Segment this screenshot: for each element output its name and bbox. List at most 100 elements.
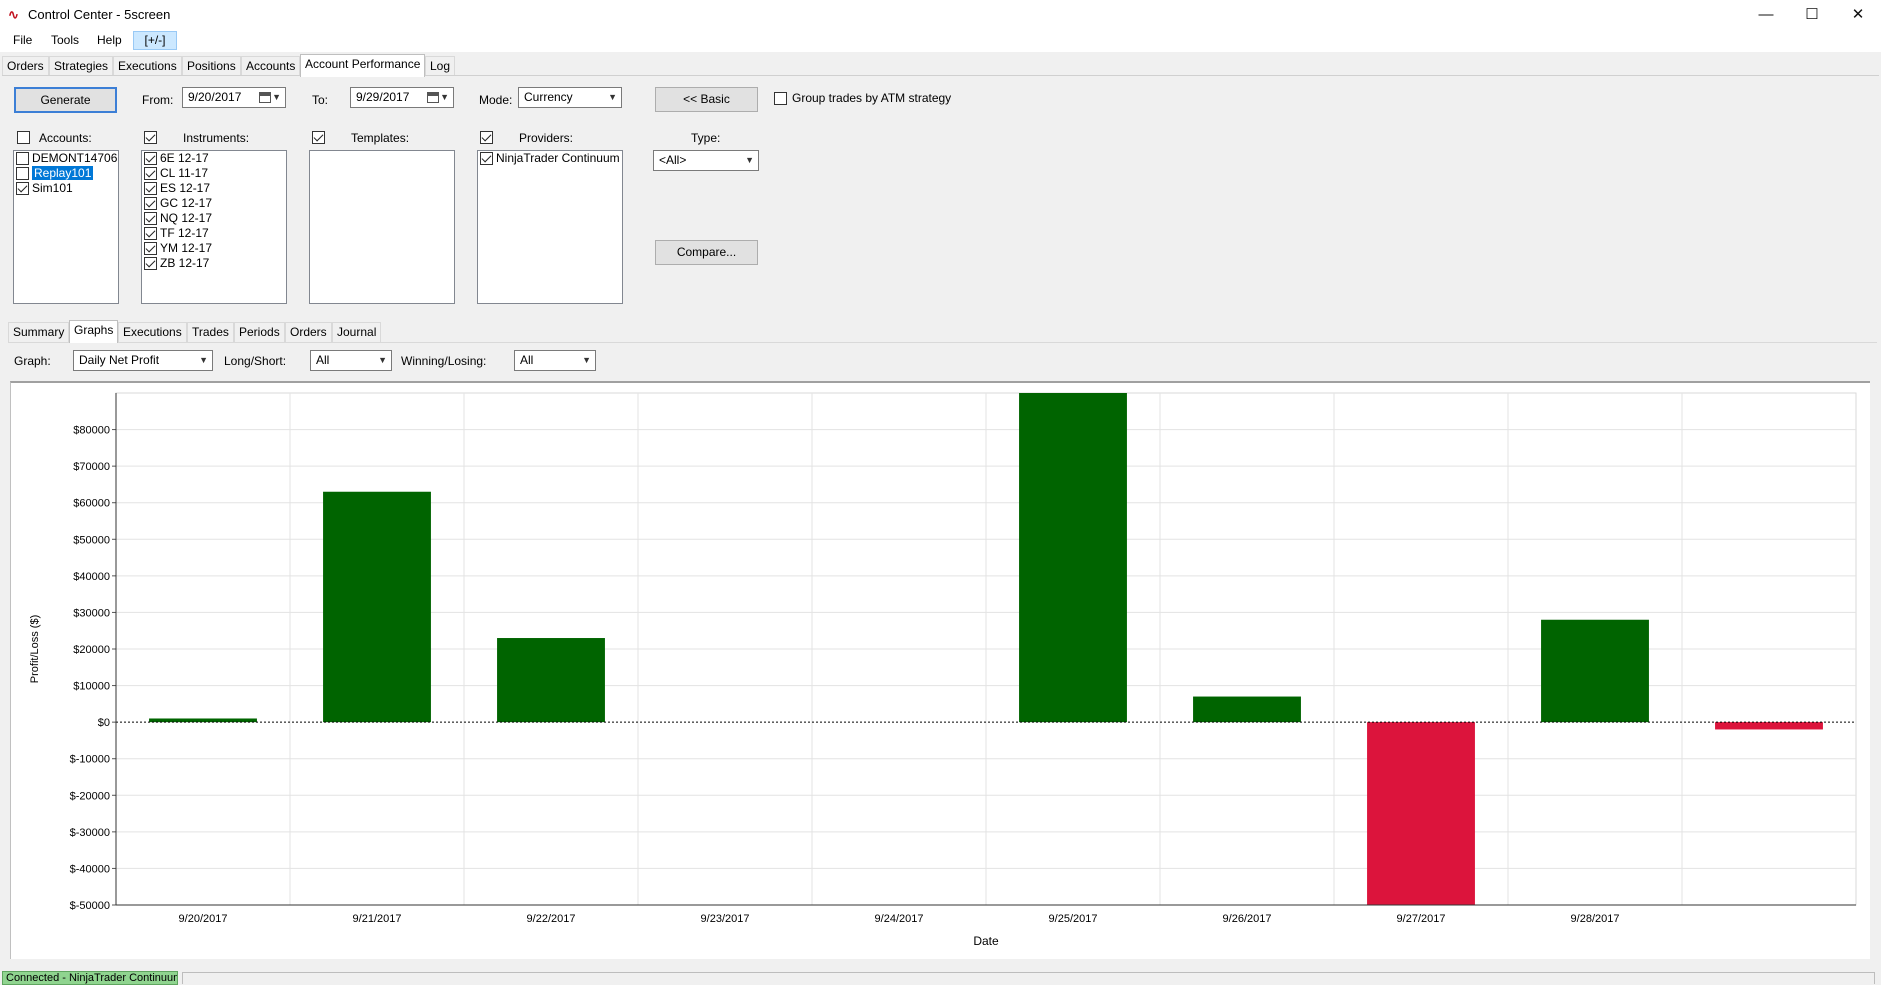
- item-label: CL 11-17: [160, 166, 209, 180]
- chevron-down-icon: ▼: [608, 92, 617, 102]
- winlose-label: Winning/Losing:: [401, 354, 487, 368]
- type-select[interactable]: <All> ▼: [653, 150, 759, 171]
- maximize-button[interactable]: ☐: [1789, 0, 1835, 30]
- menu-help[interactable]: Help: [97, 33, 122, 47]
- basic-button[interactable]: << Basic: [655, 87, 758, 112]
- subtab-orders[interactable]: Orders: [285, 322, 332, 342]
- instruments-list[interactable]: 6E 12-17 CL 11-17 ES 12-17 GC 12-17 NQ 12-17…: [141, 150, 287, 304]
- to-date-value: 9/29/2017: [356, 90, 410, 104]
- compare-button[interactable]: Compare...: [655, 240, 758, 265]
- from-date-value: 9/20/2017: [188, 90, 242, 104]
- instrument-item-cl-11-17[interactable]: CL 11-17: [142, 166, 286, 181]
- calendar-icon: [427, 92, 439, 103]
- type-value: <All>: [659, 153, 687, 167]
- account-item-sim101[interactable]: Sim101: [14, 181, 118, 196]
- subtab-graphs[interactable]: Graphs: [69, 320, 119, 343]
- account-item-replay101[interactable]: Replay101: [14, 166, 118, 181]
- x-tick-label: 9/25/2017: [1049, 913, 1098, 925]
- subtab-executions[interactable]: Executions: [118, 322, 187, 342]
- item-checkbox[interactable]: [144, 167, 157, 180]
- tab-orders[interactable]: Orders: [2, 56, 49, 76]
- chevron-down-icon: ▼: [582, 355, 591, 365]
- item-label: ES 12-17: [160, 181, 211, 195]
- menu-plusminus[interactable]: [+/-]: [133, 31, 177, 50]
- generate-button[interactable]: Generate: [14, 87, 117, 113]
- longshort-select[interactable]: All ▼: [310, 350, 392, 371]
- instruments-select-all-checkbox[interactable]: [144, 131, 157, 144]
- provider-item-ninjatrader-continuum[interactable]: NinjaTrader Continuum: [478, 151, 622, 166]
- subtab-periods[interactable]: Periods: [234, 322, 285, 342]
- instrument-item-ym-12-17[interactable]: YM 12-17: [142, 241, 286, 256]
- accounts-list[interactable]: DEMONT14706! Replay101 Sim101: [13, 150, 119, 304]
- y-axis-title: Profit/Loss ($): [29, 615, 41, 683]
- bar-9-22-2017: [497, 638, 605, 723]
- close-button[interactable]: ✕: [1835, 0, 1881, 30]
- item-checkbox[interactable]: [16, 182, 29, 195]
- minimize-button[interactable]: —: [1743, 0, 1789, 30]
- item-checkbox[interactable]: [144, 227, 157, 240]
- item-checkbox[interactable]: [144, 197, 157, 210]
- instrument-item-nq-12-17[interactable]: NQ 12-17: [142, 211, 286, 226]
- templates-list[interactable]: [309, 150, 455, 304]
- tab-executions[interactable]: Executions: [113, 56, 182, 76]
- bar-9-21-2017: [323, 491, 431, 723]
- item-checkbox[interactable]: [144, 212, 157, 225]
- graph-filter-bar: Graph: Daily Net Profit ▼ Long/Short: Al…: [8, 342, 1877, 376]
- main-tab-strip: Orders Strategies Executions Positions Accou…: [2, 54, 1879, 77]
- templates-select-all-checkbox[interactable]: [312, 131, 325, 144]
- to-date-picker[interactable]: 9/29/2017 ▼: [350, 87, 454, 108]
- menu-bar: File Tools Help [+/-]: [0, 30, 1881, 52]
- chevron-down-icon: ▼: [745, 155, 754, 165]
- bar-9-27-2017: [1367, 722, 1475, 905]
- instrument-item-6e-12-17[interactable]: 6E 12-17: [142, 151, 286, 166]
- tab-strategies[interactable]: Strategies: [49, 56, 114, 76]
- providers-list[interactable]: NinjaTrader Continuum: [477, 150, 623, 304]
- results-tab-strip: Summary Graphs Executions Trades Periods Orde…: [8, 320, 1877, 343]
- tab-positions[interactable]: Positions: [182, 56, 241, 76]
- y-tick-label: $60000: [73, 498, 110, 510]
- tab-log[interactable]: Log: [425, 56, 456, 76]
- tab-accounts[interactable]: Accounts: [241, 56, 301, 76]
- mode-value: Currency: [524, 90, 573, 104]
- x-tick-label: 9/20/2017: [179, 913, 228, 925]
- y-tick-label: $20000: [73, 644, 110, 656]
- y-tick-label: $40000: [73, 571, 110, 583]
- item-checkbox[interactable]: [144, 152, 157, 165]
- group-trades-checkbox[interactable]: [774, 92, 787, 105]
- y-tick-label: $-50000: [70, 900, 110, 912]
- instrument-item-es-12-17[interactable]: ES 12-17: [142, 181, 286, 196]
- item-label: Sim101: [32, 181, 73, 195]
- chevron-down-icon: ▼: [272, 92, 281, 102]
- instrument-item-zb-12-17[interactable]: ZB 12-17: [142, 256, 286, 271]
- from-date-picker[interactable]: 9/20/2017 ▼: [182, 87, 286, 108]
- y-tick-label: $50000: [73, 534, 110, 546]
- performance-options-panel: Generate From: 9/20/2017 ▼ To: 9/29/2017…: [2, 75, 1879, 311]
- item-checkbox[interactable]: [144, 182, 157, 195]
- subtab-trades[interactable]: Trades: [187, 322, 234, 342]
- item-label: TF 12-17: [160, 226, 209, 240]
- graph-type-select[interactable]: Daily Net Profit ▼: [73, 350, 213, 371]
- item-checkbox[interactable]: [16, 167, 29, 180]
- longshort-label: Long/Short:: [224, 354, 287, 368]
- account-item-demont14706[interactable]: DEMONT14706!: [14, 151, 118, 166]
- menu-file[interactable]: File: [13, 33, 32, 47]
- item-checkbox[interactable]: [16, 152, 29, 165]
- item-checkbox[interactable]: [480, 152, 493, 165]
- subtab-summary[interactable]: Summary: [8, 322, 70, 342]
- x-tick-label: 9/21/2017: [353, 913, 402, 925]
- subtab-journal[interactable]: Journal: [332, 322, 382, 342]
- menu-tools[interactable]: Tools: [51, 33, 79, 47]
- accounts-select-all-checkbox[interactable]: [17, 131, 30, 144]
- tab-account-performance[interactable]: Account Performance: [300, 54, 426, 77]
- providers-select-all-checkbox[interactable]: [480, 131, 493, 144]
- instrument-item-gc-12-17[interactable]: GC 12-17: [142, 196, 286, 211]
- item-checkbox[interactable]: [144, 242, 157, 255]
- daily-net-profit-chart: $80000 $70000 $60000 $50000 $40000 $30000 $200…: [10, 381, 1870, 959]
- item-checkbox[interactable]: [144, 257, 157, 270]
- mode-select[interactable]: Currency ▼: [518, 87, 622, 108]
- bar-9-26-2017: [1193, 696, 1301, 723]
- y-tick-label: $80000: [73, 425, 110, 437]
- chart-svg: $80000 $70000 $60000 $50000 $40000 $30000 $200…: [29, 392, 1857, 948]
- winlose-select[interactable]: All ▼: [514, 350, 596, 371]
- instrument-item-tf-12-17[interactable]: TF 12-17: [142, 226, 286, 241]
